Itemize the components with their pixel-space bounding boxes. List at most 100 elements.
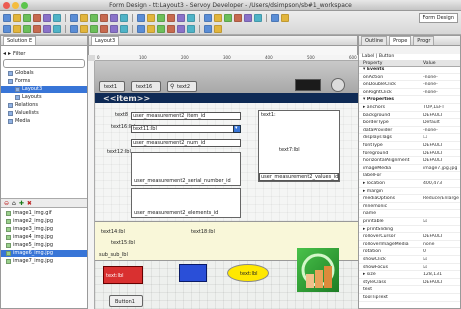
tab-solution-explorer[interactable]: Solution E [3, 36, 37, 45]
width-icon[interactable] [137, 25, 145, 33]
height-icon[interactable] [147, 25, 155, 33]
property-value[interactable]: none [423, 242, 460, 249]
refresh-icon[interactable] [331, 78, 345, 92]
property-row[interactable]: rolloverCursor DEFAULT [359, 234, 460, 241]
settings-icon[interactable] [214, 14, 222, 22]
tab-order-icon[interactable] [204, 25, 212, 33]
property-row[interactable]: ▸ printSliding [359, 227, 460, 234]
back-icon[interactable]: ◂ [3, 50, 6, 57]
tab-layout3[interactable]: Layout3 [91, 36, 120, 45]
blue-button[interactable] [179, 264, 207, 282]
tree-item-layout3[interactable]: Layout3 [1, 86, 87, 93]
property-value[interactable]: -none- [423, 128, 460, 135]
align-left-icon[interactable] [53, 14, 61, 22]
yellow-oval-button[interactable]: text:lbl [227, 264, 269, 282]
property-row[interactable]: mediaOptions Reduce/Enlarge [359, 196, 460, 203]
header-button-2[interactable]: text16 [131, 81, 161, 92]
media-item[interactable]: image4_img.jpg [1, 234, 87, 241]
undo-icon[interactable] [43, 25, 51, 33]
media-item[interactable]: image6_img.jpg [1, 250, 87, 257]
lock-icon[interactable] [177, 25, 185, 33]
property-row[interactable]: ▾ Events [359, 67, 460, 74]
property-row[interactable]: ▸ anchors TOP,LEFT [359, 105, 460, 112]
property-value[interactable]: DEFAULT [423, 113, 460, 120]
property-value[interactable]: 0 [423, 249, 460, 256]
property-row[interactable]: displaysTags ☐ [359, 135, 460, 142]
tab-outline[interactable]: Outline [361, 36, 388, 45]
solex-filter-input[interactable] [3, 59, 85, 68]
property-value[interactable]: Reduce/Enlarge [423, 196, 460, 203]
property-row[interactable]: onAction -none- [359, 75, 460, 82]
values-area[interactable]: text1: text7:lbl user_measurement2_value… [258, 110, 340, 182]
property-value[interactable]: -none- [423, 75, 460, 82]
open-icon[interactable] [13, 14, 21, 22]
property-value[interactable]: DEFAULT [423, 151, 460, 158]
header-button-1[interactable]: text1 [99, 81, 125, 92]
distribute-icon[interactable] [90, 14, 98, 22]
property-value[interactable]: DEFAULT [423, 143, 460, 150]
property-row[interactable]: background DEFAULT [359, 113, 460, 120]
delete-icon[interactable] [33, 25, 41, 33]
forward-icon[interactable]: ▸ [8, 50, 11, 57]
property-value[interactable]: ☑ [423, 257, 460, 264]
property-row[interactable]: toolTipText [359, 295, 460, 302]
header-dark-box[interactable] [295, 79, 321, 91]
header-button-3[interactable]: ⚲ text2 [167, 81, 197, 92]
grid-icon[interactable] [177, 14, 185, 22]
snap-icon[interactable] [187, 14, 195, 22]
perspective-switcher[interactable]: Form Design [418, 13, 458, 23]
property-value[interactable]: ☑ [423, 219, 460, 226]
form-icon[interactable] [214, 25, 222, 33]
property-value[interactable]: DEFAULT [423, 158, 460, 165]
property-row[interactable]: dataProvider -none- [359, 128, 460, 135]
property-row[interactable]: ▸ location 400,473 [359, 181, 460, 188]
property-row[interactable]: onDoubleClick -none- [359, 82, 460, 89]
property-row[interactable]: showFocus ☑ [359, 265, 460, 272]
property-row[interactable]: imageMedia image7.jpg.jpg [359, 166, 460, 173]
export-icon[interactable] [281, 14, 289, 22]
property-value[interactable]: Default [423, 120, 460, 127]
top-icon[interactable] [90, 25, 98, 33]
ungroup-icon[interactable] [110, 14, 118, 22]
center-icon[interactable] [110, 25, 118, 33]
media-item[interactable]: image3_img.jpg [1, 226, 87, 233]
align-center-icon[interactable] [70, 14, 78, 22]
media-item[interactable]: image1_img.gif [1, 210, 87, 217]
property-value[interactable]: -none- [423, 90, 460, 97]
paste-icon[interactable] [23, 25, 31, 33]
copy-icon[interactable] [13, 25, 21, 33]
property-value[interactable]: -none- [423, 82, 460, 89]
property-row[interactable]: labelFor [359, 173, 460, 180]
tree-item-forms[interactable]: Forms [1, 78, 87, 85]
property-row[interactable]: onRightClick -none- [359, 90, 460, 97]
redo-icon[interactable] [53, 25, 61, 33]
same-width-icon[interactable] [147, 14, 155, 22]
property-row[interactable]: mnemonic [359, 204, 460, 211]
elements-area[interactable]: user_measurement2_elements_id [131, 188, 241, 218]
add-icon[interactable]: ✚ [19, 200, 24, 207]
red-button[interactable]: text:lbl [103, 266, 143, 284]
property-row[interactable]: fontType DEFAULT [359, 143, 460, 150]
tree-item-media[interactable]: Media [1, 118, 87, 125]
media-item[interactable]: image2_img.jpg [1, 218, 87, 225]
property-row[interactable]: styleClass DEFAULT [359, 280, 460, 287]
property-value[interactable]: 128,131 [423, 272, 460, 279]
property-row[interactable]: rotation 0 [359, 249, 460, 256]
cut-icon[interactable] [3, 25, 11, 33]
property-row[interactable]: borderType Default [359, 120, 460, 127]
delete-icon[interactable]: ✖ [27, 200, 32, 207]
send-back-icon[interactable] [137, 14, 145, 22]
text11-field[interactable]: text11:lbl [131, 125, 241, 133]
right-icon[interactable] [80, 25, 88, 33]
property-value[interactable]: TOP,LEFT [423, 105, 460, 112]
combo-dropdown-button[interactable]: ▾ [233, 125, 241, 133]
property-value[interactable]: image7.jpg.jpg [423, 166, 460, 173]
tree-item-globals[interactable]: Globals [1, 70, 87, 77]
back-icon[interactable] [224, 14, 232, 22]
property-row[interactable]: horizontalAlignment DEFAULT [359, 158, 460, 165]
align-right-icon[interactable] [80, 14, 88, 22]
property-row[interactable]: name [359, 211, 460, 218]
property-value[interactable]: ☐ [423, 135, 460, 142]
media-item[interactable]: image5_img.jpg [1, 242, 87, 249]
save-icon[interactable] [23, 14, 31, 22]
